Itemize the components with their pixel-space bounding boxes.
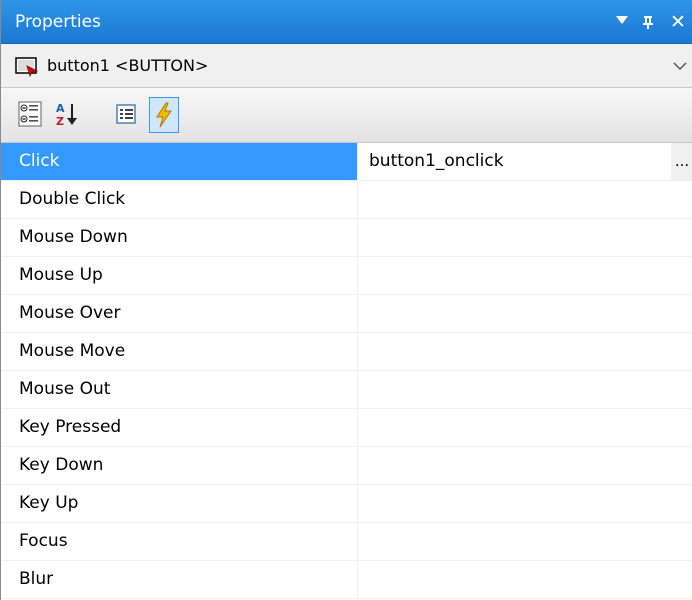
event-row-mouse-over[interactable]: Mouse Over [1, 295, 692, 333]
alphabetical-sort-icon: A Z [56, 102, 77, 127]
categorized-button[interactable] [15, 97, 45, 133]
event-handler-value[interactable] [359, 295, 692, 332]
event-name: Blur [1, 561, 358, 598]
event-handler-value[interactable] [359, 485, 692, 522]
properties-icon [116, 104, 136, 124]
event-handler-value[interactable] [359, 409, 692, 446]
event-row-key-up[interactable]: Key Up [1, 485, 692, 523]
events-grid: Click button1_onclick ... Double Click M… [1, 143, 692, 599]
close-icon: ✕ [670, 11, 686, 33]
svg-text:Z: Z [56, 115, 64, 127]
event-handler-value[interactable] [359, 181, 692, 218]
pin-button[interactable] [637, 10, 659, 34]
events-lightning-icon [156, 102, 172, 128]
event-row-focus[interactable]: Focus [1, 523, 692, 561]
alphabetical-button[interactable]: A Z [53, 97, 83, 133]
chevron-down-icon [673, 62, 687, 70]
properties-panel: Properties ✕ button1 <BUTTON> A Z Click … [0, 0, 692, 600]
event-name: Mouse Out [1, 371, 358, 408]
event-row-click[interactable]: Click button1_onclick ... [1, 143, 692, 181]
event-handler-value[interactable] [359, 561, 692, 598]
event-handler-value[interactable] [359, 447, 692, 484]
event-name: Focus [1, 523, 358, 560]
pin-icon [643, 16, 653, 29]
event-name: Key Up [1, 485, 358, 522]
event-handler-value[interactable]: button1_onclick [359, 143, 692, 180]
button-control-icon [15, 57, 39, 77]
event-row-mouse-up[interactable]: Mouse Up [1, 257, 692, 295]
event-name: Double Click [1, 181, 358, 218]
event-handler-value[interactable] [359, 257, 692, 294]
window-menu-button[interactable] [611, 10, 633, 34]
event-handler-value[interactable] [359, 333, 692, 370]
event-name: Click [1, 143, 358, 180]
ellipsis-button[interactable]: ... [671, 143, 692, 180]
event-handler-value[interactable] [359, 371, 692, 408]
event-row-key-pressed[interactable]: Key Pressed [1, 409, 692, 447]
event-row-double-click[interactable]: Double Click [1, 181, 692, 219]
event-name: Mouse Over [1, 295, 358, 332]
properties-view-button[interactable] [111, 97, 141, 133]
svg-text:A: A [56, 102, 65, 115]
event-row-mouse-move[interactable]: Mouse Move [1, 333, 692, 371]
properties-toolbar: A Z [1, 88, 692, 143]
categorized-icon [18, 101, 42, 127]
title-bar: Properties ✕ [1, 0, 692, 44]
close-button[interactable]: ✕ [667, 10, 689, 34]
event-row-key-down[interactable]: Key Down [1, 447, 692, 485]
event-row-mouse-out[interactable]: Mouse Out [1, 371, 692, 409]
event-name: Mouse Down [1, 219, 358, 256]
triangle-down-icon [616, 16, 628, 24]
event-handler-value[interactable] [359, 219, 692, 256]
panel-title: Properties [15, 12, 101, 32]
event-name: Mouse Move [1, 333, 358, 370]
object-selector-dropdown[interactable]: button1 <BUTTON> [1, 44, 692, 88]
event-name: Mouse Up [1, 257, 358, 294]
selected-object-label: button1 <BUTTON> [47, 56, 209, 75]
event-name: Key Pressed [1, 409, 358, 446]
events-button[interactable] [149, 97, 179, 133]
event-name: Key Down [1, 447, 358, 484]
event-handler-value[interactable] [359, 523, 692, 560]
event-row-blur[interactable]: Blur [1, 561, 692, 599]
event-row-mouse-down[interactable]: Mouse Down [1, 219, 692, 257]
